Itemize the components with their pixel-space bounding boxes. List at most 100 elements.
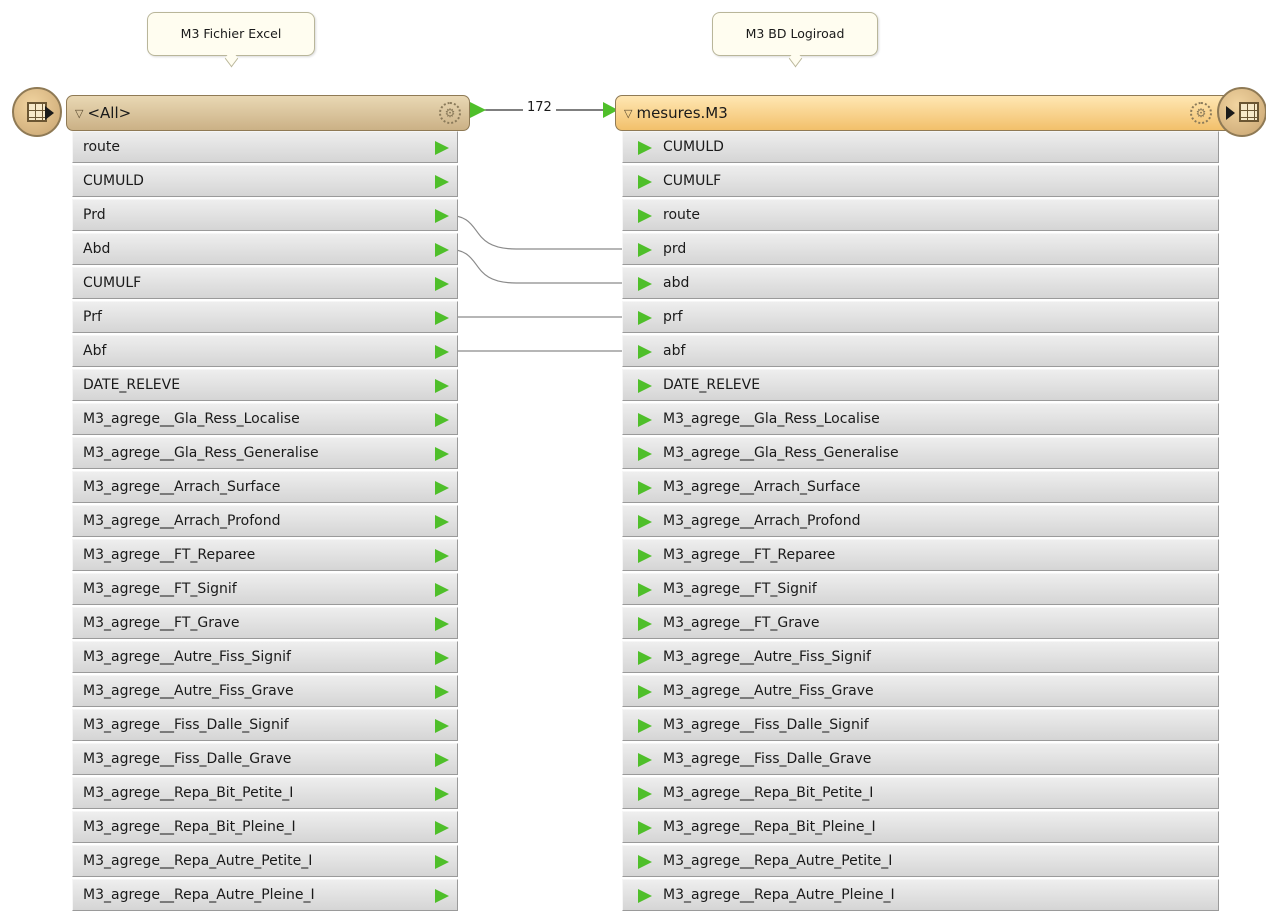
attribute-row[interactable]: prf bbox=[622, 301, 1219, 333]
collapse-triangle-icon[interactable]: ▽ bbox=[75, 107, 83, 120]
attribute-row[interactable]: M3_agrege__Arrach_Profond bbox=[622, 505, 1219, 537]
attribute-row[interactable]: Abd bbox=[72, 233, 458, 265]
attribute-row[interactable]: Prd bbox=[72, 199, 458, 231]
attribute-port-flag-icon[interactable] bbox=[435, 685, 449, 699]
writer-port[interactable] bbox=[1217, 87, 1266, 137]
attribute-port-flag-icon[interactable] bbox=[638, 719, 652, 733]
attribute-row[interactable]: M3_agrege__Repa_Autre_Pleine_I bbox=[72, 879, 458, 911]
attribute-row[interactable]: CUMULF bbox=[622, 165, 1219, 197]
attribute-row[interactable]: M3_agrege__FT_Signif bbox=[72, 573, 458, 605]
attribute-row[interactable]: M3_agrege__Gla_Ress_Localise bbox=[72, 403, 458, 435]
attribute-port-flag-icon[interactable] bbox=[435, 617, 449, 631]
writer-feature-type[interactable]: ▽ mesures.M3 ⚙ bbox=[615, 95, 1251, 131]
attribute-row[interactable]: M3_agrege__Repa_Bit_Pleine_I bbox=[72, 811, 458, 843]
attribute-row[interactable]: M3_agrege__Repa_Bit_Petite_I bbox=[622, 777, 1219, 809]
attribute-port-flag-icon[interactable] bbox=[638, 447, 652, 461]
attribute-row[interactable]: M3_agrege__Autre_Fiss_Grave bbox=[622, 675, 1219, 707]
attribute-row[interactable]: M3_agrege__Fiss_Dalle_Signif bbox=[622, 709, 1219, 741]
attribute-port-flag-icon[interactable] bbox=[638, 855, 652, 869]
attribute-row[interactable]: DATE_RELEVE bbox=[72, 369, 458, 401]
attribute-row[interactable]: M3_agrege__Arrach_Surface bbox=[622, 471, 1219, 503]
attribute-row[interactable]: M3_agrege__FT_Reparee bbox=[622, 539, 1219, 571]
attribute-row[interactable]: M3_agrege__Repa_Bit_Petite_I bbox=[72, 777, 458, 809]
attribute-row[interactable]: M3_agrege__Autre_Fiss_Signif bbox=[622, 641, 1219, 673]
attribute-port-flag-icon[interactable] bbox=[638, 481, 652, 495]
attribute-row[interactable]: Abf bbox=[72, 335, 458, 367]
attribute-port-flag-icon[interactable] bbox=[638, 209, 652, 223]
reader-feature-type[interactable]: ▽ <All> ⚙ bbox=[66, 95, 470, 131]
attribute-row[interactable]: route bbox=[622, 199, 1219, 231]
attribute-row[interactable]: abf bbox=[622, 335, 1219, 367]
attribute-row[interactable]: M3_agrege__Fiss_Dalle_Grave bbox=[622, 743, 1219, 775]
attribute-row[interactable]: M3_agrege__Fiss_Dalle_Grave bbox=[72, 743, 458, 775]
attribute-row[interactable]: M3_agrege__Gla_Ress_Generalise bbox=[622, 437, 1219, 469]
reader-port[interactable] bbox=[12, 87, 62, 137]
attribute-port-flag-icon[interactable] bbox=[638, 243, 652, 257]
attribute-port-flag-icon[interactable] bbox=[435, 447, 449, 461]
attribute-port-flag-icon[interactable] bbox=[638, 821, 652, 835]
attribute-port-flag-icon[interactable] bbox=[435, 753, 449, 767]
attribute-port-flag-icon[interactable] bbox=[638, 753, 652, 767]
attribute-port-flag-icon[interactable] bbox=[435, 481, 449, 495]
attribute-port-flag-icon[interactable] bbox=[638, 617, 652, 631]
attribute-row[interactable]: M3_agrege__Repa_Autre_Petite_I bbox=[72, 845, 458, 877]
attribute-port-flag-icon[interactable] bbox=[435, 379, 449, 393]
attribute-port-flag-icon[interactable] bbox=[435, 549, 449, 563]
attribute-row[interactable]: M3_agrege__Autre_Fiss_Signif bbox=[72, 641, 458, 673]
attribute-port-flag-icon[interactable] bbox=[435, 209, 449, 223]
attribute-row[interactable]: CUMULF bbox=[72, 267, 458, 299]
reader-gear-icon[interactable]: ⚙ bbox=[439, 102, 461, 124]
attribute-row[interactable]: M3_agrege__Gla_Ress_Localise bbox=[622, 403, 1219, 435]
attribute-port-flag-icon[interactable] bbox=[435, 787, 449, 801]
collapse-triangle-icon[interactable]: ▽ bbox=[624, 107, 632, 120]
attribute-port-flag-icon[interactable] bbox=[638, 311, 652, 325]
attribute-port-flag-icon[interactable] bbox=[638, 549, 652, 563]
attribute-port-flag-icon[interactable] bbox=[435, 719, 449, 733]
attribute-row[interactable]: M3_agrege__Arrach_Surface bbox=[72, 471, 458, 503]
attribute-row[interactable]: M3_agrege__Autre_Fiss_Grave bbox=[72, 675, 458, 707]
attribute-row[interactable]: M3_agrege__FT_Grave bbox=[622, 607, 1219, 639]
attribute-row[interactable]: M3_agrege__Fiss_Dalle_Signif bbox=[72, 709, 458, 741]
attribute-row[interactable]: DATE_RELEVE bbox=[622, 369, 1219, 401]
attribute-row[interactable]: CUMULD bbox=[72, 165, 458, 197]
attribute-port-flag-icon[interactable] bbox=[638, 175, 652, 189]
feature-count-label[interactable]: 172 bbox=[523, 100, 556, 115]
attribute-port-flag-icon[interactable] bbox=[435, 821, 449, 835]
attribute-row[interactable]: M3_agrege__Repa_Autre_Petite_I bbox=[622, 845, 1219, 877]
attribute-row[interactable]: M3_agrege__FT_Grave bbox=[72, 607, 458, 639]
attribute-row[interactable]: M3_agrege__Gla_Ress_Generalise bbox=[72, 437, 458, 469]
attribute-row[interactable]: Prf bbox=[72, 301, 458, 333]
attribute-row[interactable]: M3_agrege__Repa_Bit_Pleine_I bbox=[622, 811, 1219, 843]
attribute-port-flag-icon[interactable] bbox=[638, 515, 652, 529]
attribute-port-flag-icon[interactable] bbox=[435, 855, 449, 869]
attribute-port-flag-icon[interactable] bbox=[638, 277, 652, 291]
attribute-row[interactable]: M3_agrege__Repa_Autre_Pleine_I bbox=[622, 879, 1219, 911]
attribute-port-flag-icon[interactable] bbox=[435, 277, 449, 291]
writer-gear-icon[interactable]: ⚙ bbox=[1190, 102, 1212, 124]
attribute-row[interactable]: M3_agrege__Arrach_Profond bbox=[72, 505, 458, 537]
attribute-port-flag-icon[interactable] bbox=[638, 413, 652, 427]
attribute-port-flag-icon[interactable] bbox=[435, 175, 449, 189]
attribute-port-flag-icon[interactable] bbox=[638, 583, 652, 597]
attribute-row[interactable]: prd bbox=[622, 233, 1219, 265]
attribute-port-flag-icon[interactable] bbox=[638, 889, 652, 903]
attribute-port-flag-icon[interactable] bbox=[638, 379, 652, 393]
attribute-port-flag-icon[interactable] bbox=[435, 345, 449, 359]
attribute-port-flag-icon[interactable] bbox=[435, 515, 449, 529]
attribute-port-flag-icon[interactable] bbox=[638, 345, 652, 359]
attribute-row[interactable]: route bbox=[72, 131, 458, 163]
attribute-port-flag-icon[interactable] bbox=[638, 141, 652, 155]
attribute-port-flag-icon[interactable] bbox=[638, 685, 652, 699]
attribute-port-flag-icon[interactable] bbox=[638, 787, 652, 801]
attribute-row[interactable]: M3_agrege__FT_Signif bbox=[622, 573, 1219, 605]
attribute-row[interactable]: M3_agrege__FT_Reparee bbox=[72, 539, 458, 571]
attribute-row[interactable]: abd bbox=[622, 267, 1219, 299]
attribute-port-flag-icon[interactable] bbox=[435, 311, 449, 325]
attribute-port-flag-icon[interactable] bbox=[435, 413, 449, 427]
attribute-row[interactable]: CUMULD bbox=[622, 131, 1219, 163]
attribute-port-flag-icon[interactable] bbox=[435, 583, 449, 597]
attribute-port-flag-icon[interactable] bbox=[435, 889, 449, 903]
attribute-port-flag-icon[interactable] bbox=[638, 651, 652, 665]
attribute-port-flag-icon[interactable] bbox=[435, 651, 449, 665]
attribute-port-flag-icon[interactable] bbox=[435, 141, 449, 155]
